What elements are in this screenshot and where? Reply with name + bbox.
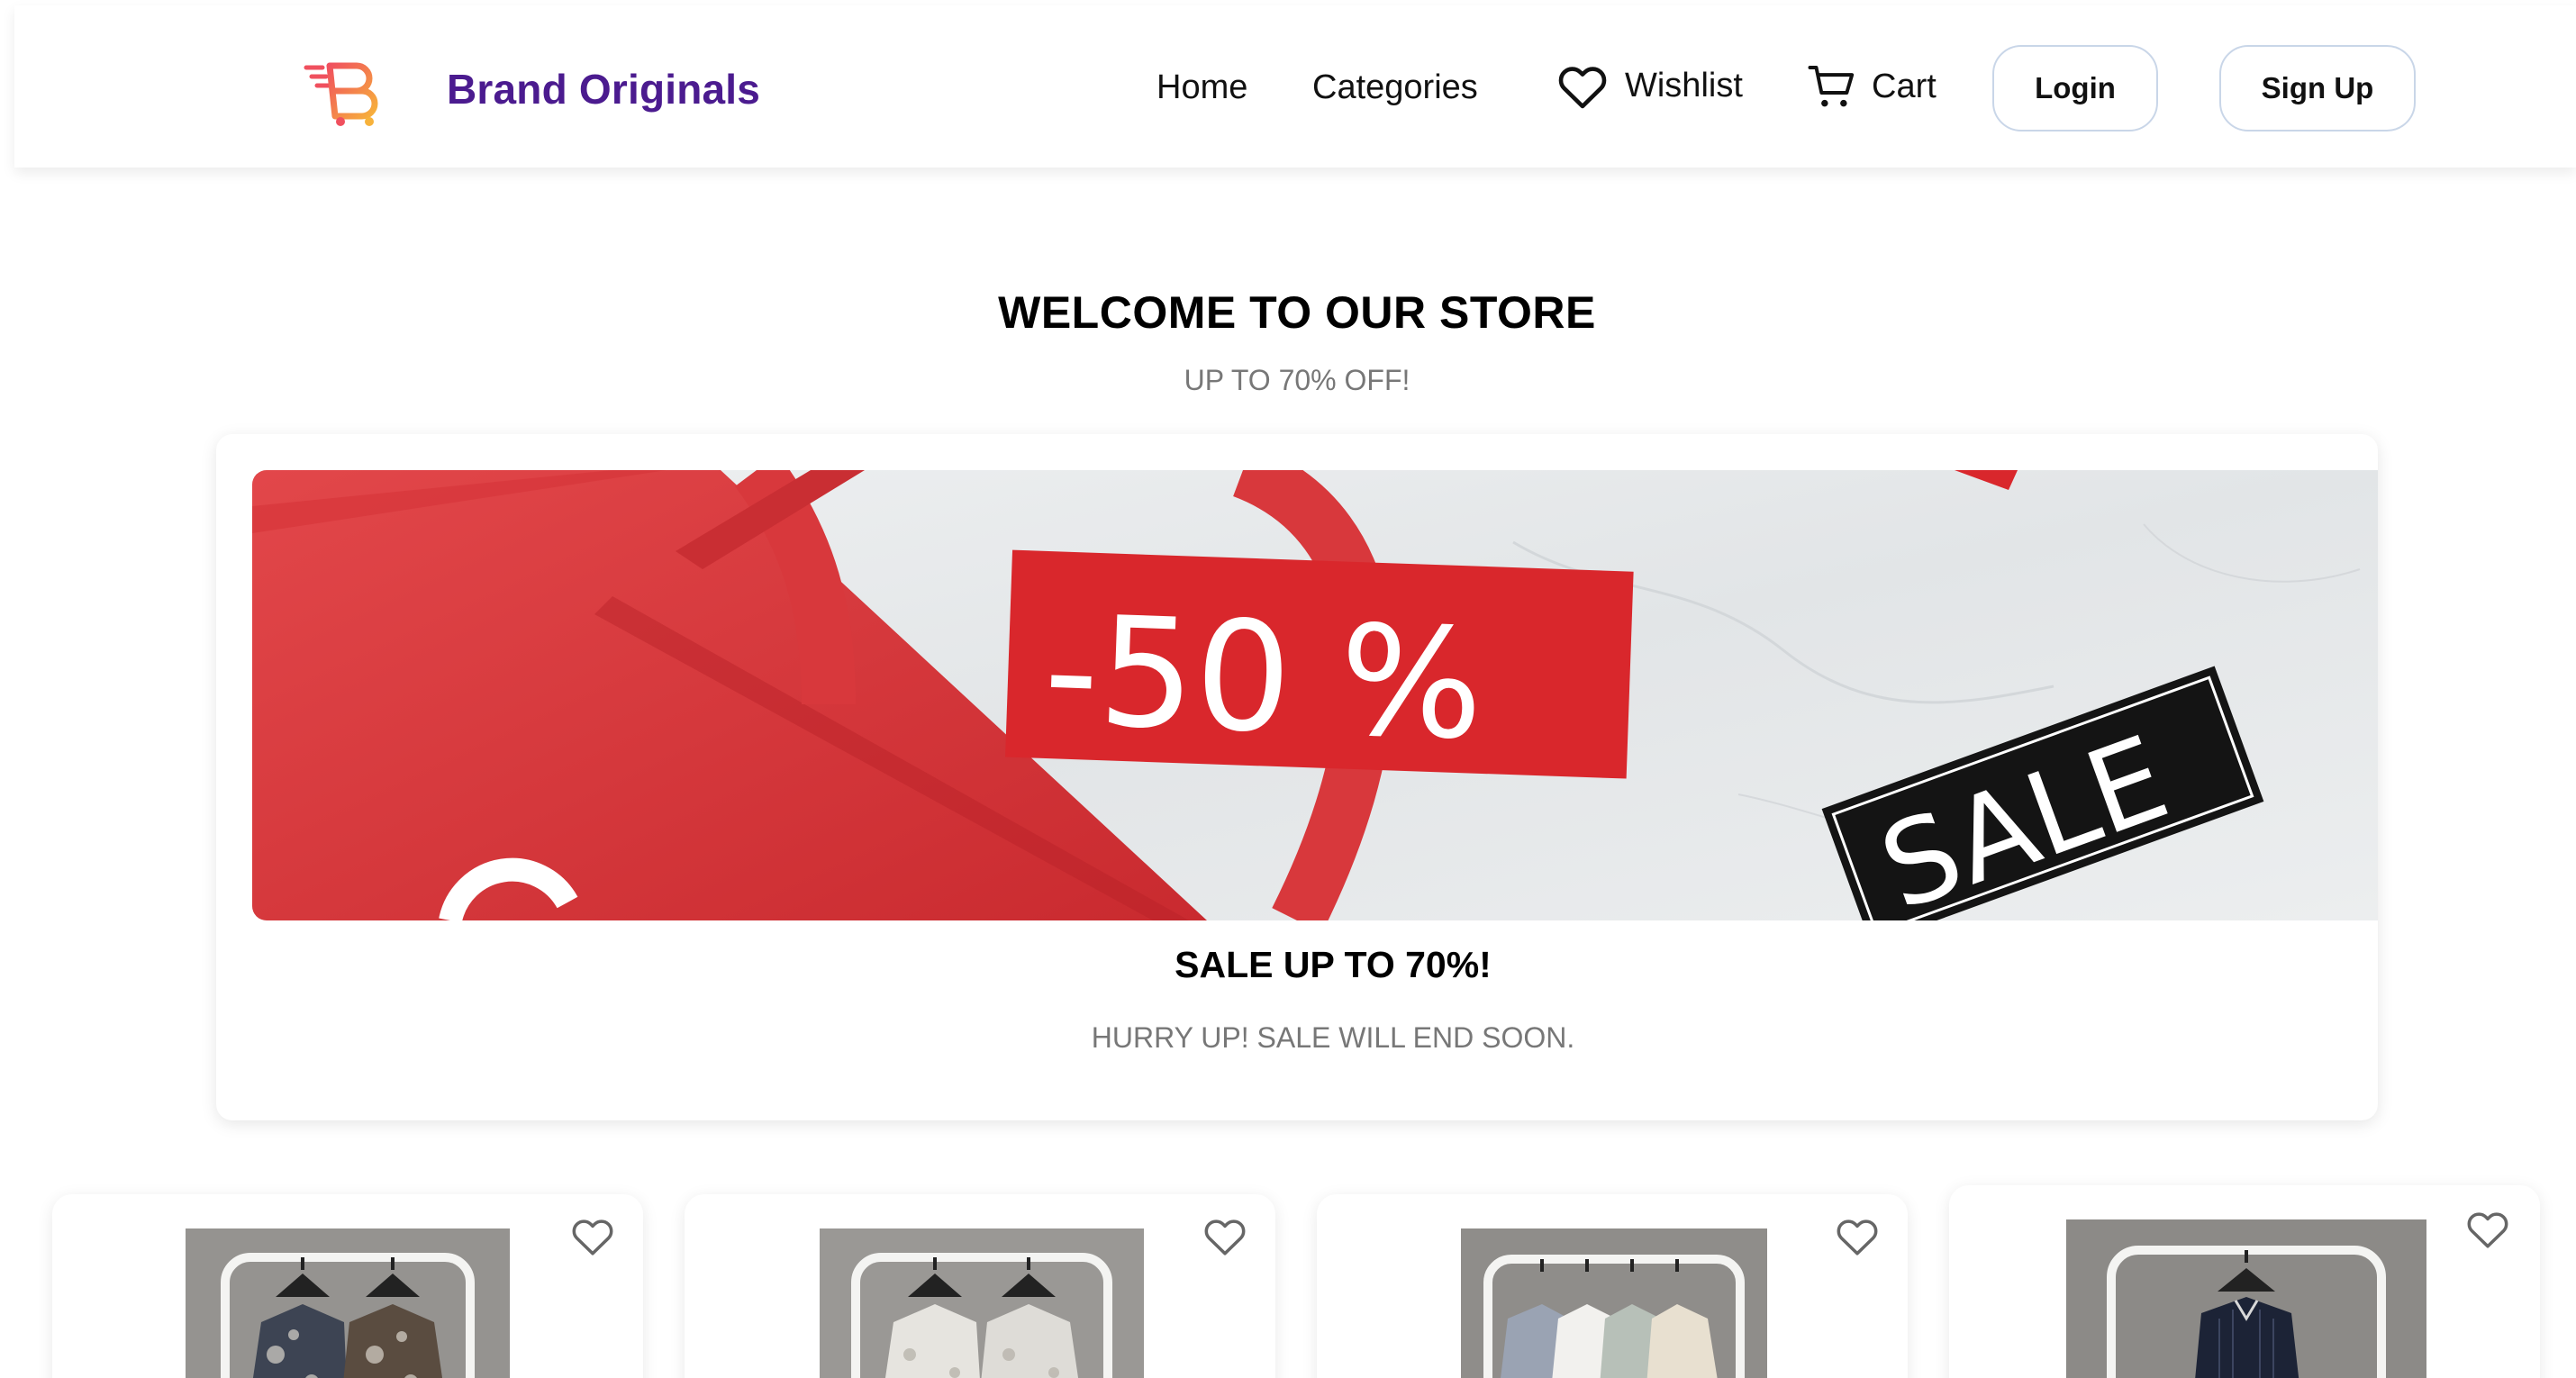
product-image[interactable] [186,1228,510,1378]
nav-wishlist-link[interactable]: Wishlist [1556,61,1743,110]
banner-title: SALE UP TO 70%! [1175,944,1492,985]
product-wishlist-button[interactable] [1832,1212,1882,1263]
product-image[interactable] [820,1228,1144,1378]
banner-discount-text: -50 % [1041,582,1486,774]
heart-outline-icon [1556,61,1609,110]
welcome-subtitle: UP TO 70% OFF! [1184,364,1410,396]
heart-outline-icon [1202,1215,1247,1261]
heart-outline-icon [1835,1215,1880,1261]
brand-logo-icon[interactable] [303,55,389,127]
brand-name[interactable]: Brand Originals [447,65,760,113]
nav-wishlist-label: Wishlist [1625,66,1743,104]
signup-button[interactable]: Sign Up [2219,45,2416,131]
nav-categories-link[interactable]: Categories [1312,68,1478,107]
banner-subtitle: HURRY UP! SALE WILL END SOON. [1091,1021,1575,1054]
welcome-title: WELCOME TO OUR STORE [998,287,1596,338]
nav-cart-label: Cart [1872,67,1937,105]
heart-outline-icon [570,1215,615,1261]
product-image[interactable] [1461,1228,1767,1378]
heart-outline-icon [2465,1208,2510,1254]
shopping-cart-icon [1807,61,1857,112]
product-card[interactable] [1949,1185,2540,1378]
product-card[interactable] [685,1194,1275,1378]
sale-banner-image: -50 % SALE [252,470,2378,920]
nav-cart-link[interactable]: Cart [1807,61,1937,112]
nav-home-link[interactable]: Home [1156,68,1247,107]
product-card[interactable] [1317,1194,1908,1378]
product-card[interactable] [52,1194,643,1378]
sale-banner-card[interactable]: -50 % SALE SALE UP TO 70%! HURRY UP! SAL… [216,434,2378,1120]
login-button[interactable]: Login [1992,45,2158,131]
product-wishlist-button[interactable] [567,1212,618,1263]
product-wishlist-button[interactable] [2463,1205,2513,1256]
site-header: Brand Originals Home Categories Wishlist… [14,5,2576,168]
product-wishlist-button[interactable] [1200,1212,1250,1263]
product-image[interactable] [2066,1219,2426,1378]
